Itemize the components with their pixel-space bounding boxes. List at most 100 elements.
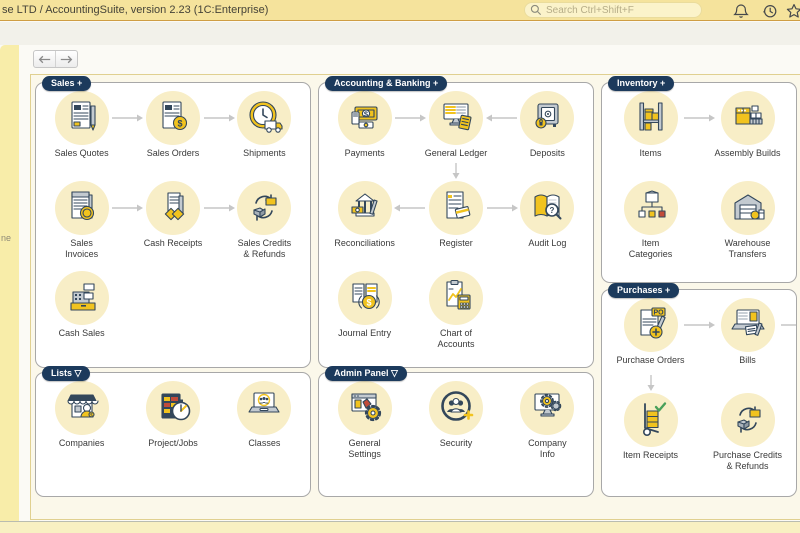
empty-cell: [127, 271, 218, 361]
admin-badge[interactable]: Admin Panel ▽: [325, 366, 407, 381]
app-item-project-jobs[interactable]: Project/Jobs: [127, 381, 218, 471]
forward-button[interactable]: [55, 51, 77, 67]
toolbar-strip: [0, 22, 800, 45]
app-item-items[interactable]: Items: [602, 91, 699, 181]
app-item-journal-entry[interactable]: $ Journal Entry: [319, 271, 410, 361]
item-label: Companies: [58, 438, 105, 448]
item-label: General Settings: [348, 438, 381, 459]
app-item-register[interactable]: Register: [410, 181, 501, 271]
sales-panel: Sales + Sales Quotes $ Sales Orders Shipment…: [35, 76, 311, 368]
item-label: Bills: [739, 355, 756, 365]
people-circle-icon: [428, 381, 483, 435]
back-button[interactable]: [34, 51, 55, 67]
item-label: Sales Credits & Refunds: [237, 238, 292, 259]
refund-cycle-icon: [237, 181, 292, 235]
history-nav: [33, 50, 78, 68]
inventory-items: Items Assembly Builds Item Categories Wareh…: [602, 83, 796, 282]
app-item-chart-of-accounts[interactable]: Chart of Accounts: [410, 271, 501, 361]
item-label: Chart of Accounts: [437, 328, 475, 349]
flow-arrow-right-icon: [682, 319, 716, 331]
app-item-sales-credits-refunds[interactable]: Sales Credits & Refunds: [219, 181, 310, 271]
invoice-coin-icon: [54, 181, 109, 235]
flow-arrow-down-icon: [645, 374, 657, 392]
history-icon[interactable]: [762, 3, 778, 19]
admin-items: General Settings Security Company Info: [319, 373, 593, 496]
app-item-payments[interactable]: $ Payments: [319, 91, 410, 181]
item-label: Project/Jobs: [148, 438, 198, 448]
inventory-panel: Inventory + Items Assembly Builds Item Cate…: [601, 76, 797, 283]
app-item-general-settings[interactable]: General Settings: [319, 381, 410, 471]
lists-badge[interactable]: Lists ▽: [42, 366, 91, 381]
app-item-item-receipts[interactable]: Item Receipts: [602, 393, 699, 488]
laptop-bill-icon: [720, 298, 775, 352]
category-tree-icon: [623, 181, 678, 235]
sidebar-text-fragment: ne: [1, 233, 12, 243]
app-item-sales-orders[interactable]: $ Sales Orders: [127, 91, 218, 181]
item-label: Register: [439, 238, 473, 248]
flow-arrow-right-icon: [202, 112, 236, 124]
app-item-company-info[interactable]: Company Info: [502, 381, 593, 471]
svg-text:$: $: [177, 119, 182, 129]
empty-cell: [219, 271, 310, 361]
title-bar: se LTD / AccountingSuite, version 2.23 (…: [0, 0, 800, 21]
lists-panel: Lists ▽ $ Companies Project/Jobs Classes: [35, 366, 311, 497]
flow-arrow-left-icon: [485, 112, 519, 124]
svg-text:$: $: [90, 413, 93, 419]
app-item-cash-receipts[interactable]: Cash Receipts: [127, 181, 218, 271]
app-item-bills[interactable]: Bills: [699, 298, 796, 393]
item-label: Warehouse Transfers: [724, 238, 771, 259]
book-coin-icon: $: [337, 271, 392, 325]
document-dollar-icon: $: [145, 91, 200, 145]
search-input[interactable]: [546, 4, 696, 16]
document-pencil-icon: [54, 91, 109, 145]
app-item-shipments[interactable]: Shipments: [219, 91, 310, 181]
item-label: Sales Orders: [146, 148, 200, 158]
item-label: Journal Entry: [338, 328, 392, 338]
app-item-warehouse-transfers[interactable]: Warehouse Transfers: [699, 181, 796, 271]
app-item-classes[interactable]: Classes: [219, 381, 310, 471]
star-icon[interactable]: [786, 3, 800, 19]
book-magnifier-icon: ?: [520, 181, 575, 235]
svg-text:?: ?: [550, 206, 555, 215]
purchases-items: PO Purchase Orders Bills Item Receipts Purch…: [602, 290, 796, 496]
flow-arrow-right-icon: [110, 202, 144, 214]
chart-calculator-icon: [428, 271, 483, 325]
app-item-deposits[interactable]: Deposits: [502, 91, 593, 181]
flow-arrow-right-icon: [202, 202, 236, 214]
item-label: Classes: [248, 438, 281, 448]
app-item-cash-sales[interactable]: Cash Sales: [36, 271, 127, 361]
app-item-sales-invoices[interactable]: Sales Invoices: [36, 181, 127, 271]
app-item-companies[interactable]: $ Companies: [36, 381, 127, 471]
sales-items: Sales Quotes $ Sales Orders Shipments Sales …: [36, 83, 310, 367]
app-item-audit-log[interactable]: ? Audit Log: [502, 181, 593, 271]
lists-items: $ Companies Project/Jobs Classes: [36, 373, 310, 496]
flow-arrow-right-icon: [393, 112, 427, 124]
safe-icon: [520, 91, 575, 145]
bell-icon[interactable]: [733, 3, 749, 19]
purchases-badge[interactable]: Purchases +: [608, 283, 680, 298]
accounting-items: $ Payments General Ledger Deposits Reconcili…: [319, 83, 593, 367]
laptop-people-icon: [237, 381, 292, 435]
app-item-item-categories[interactable]: Item Categories: [602, 181, 699, 271]
item-label: Payments: [344, 148, 385, 158]
app-item-purchase-credits-refunds[interactable]: Purchase Credits & Refunds: [699, 393, 796, 488]
shelf-boxes-icon: [623, 91, 678, 145]
item-label: Deposits: [529, 148, 565, 158]
global-search[interactable]: [524, 2, 702, 18]
item-label: Cash Receipts: [143, 238, 203, 248]
app-item-sales-quotes[interactable]: Sales Quotes: [36, 91, 127, 181]
item-label: Audit Log: [528, 238, 567, 248]
accounting-badge[interactable]: Accounting & Banking +: [325, 76, 448, 91]
item-label: Sales Invoices: [65, 238, 99, 259]
sales-badge[interactable]: Sales +: [42, 76, 92, 91]
item-label: Item Receipts: [622, 450, 679, 460]
app-item-security[interactable]: Security: [410, 381, 501, 471]
flow-arrow-left-icon: [393, 202, 427, 214]
receipts-coins-icon: [145, 181, 200, 235]
app-item-assembly-builds[interactable]: Assembly Builds: [699, 91, 796, 181]
item-label: Reconciliations: [334, 238, 395, 248]
search-icon: [530, 4, 542, 16]
app-item-reconciliations[interactable]: Reconciliations: [319, 181, 410, 271]
inventory-badge[interactable]: Inventory +: [608, 76, 675, 91]
svg-text:$: $: [366, 298, 371, 308]
